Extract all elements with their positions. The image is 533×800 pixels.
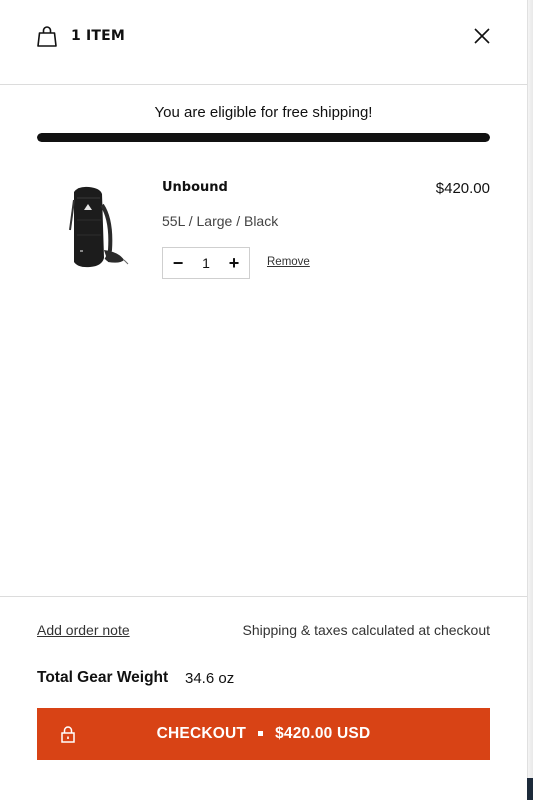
quantity-increase-button[interactable]: + bbox=[219, 248, 249, 278]
quantity-decrease-button[interactable]: − bbox=[163, 248, 193, 278]
checkout-button[interactable]: CHECKOUT $420.00 USD bbox=[37, 708, 490, 760]
cart-footer: Add order note Shipping & taxes calculat… bbox=[0, 596, 527, 800]
cart-header: 1 ITEM bbox=[0, 0, 527, 85]
checkout-total: $420.00 USD bbox=[275, 725, 371, 742]
gear-weight-value: 34.6 oz bbox=[185, 670, 235, 687]
free-shipping-progress-fill bbox=[37, 133, 490, 142]
page-edge bbox=[527, 0, 533, 800]
page-edge-dark bbox=[527, 778, 533, 800]
checkout-text: CHECKOUT bbox=[156, 725, 247, 742]
product-variant: 55L / Large / Black bbox=[162, 213, 279, 229]
remove-item-link[interactable]: Remove bbox=[267, 256, 310, 268]
shopping-bag-icon bbox=[37, 26, 57, 47]
close-icon[interactable] bbox=[470, 24, 494, 48]
free-shipping-message: You are eligible for free shipping! bbox=[154, 104, 373, 121]
product-image[interactable] bbox=[44, 180, 134, 280]
checkout-label: CHECKOUT $420.00 USD bbox=[37, 725, 490, 743]
free-shipping-progress bbox=[37, 133, 490, 142]
shipping-taxes-note: Shipping & taxes calculated at checkout bbox=[242, 622, 491, 638]
separator-dot bbox=[258, 731, 264, 737]
gear-weight-label: Total Gear Weight bbox=[37, 669, 169, 686]
add-order-note-link[interactable]: Add order note bbox=[37, 622, 130, 638]
item-count: 1 ITEM bbox=[71, 28, 126, 44]
product-name[interactable]: Unbound bbox=[162, 180, 228, 195]
cart-drawer: 1 ITEM You are eligible for free shippin… bbox=[0, 0, 527, 800]
quantity-value[interactable]: 1 bbox=[193, 255, 219, 271]
quantity-stepper: − 1 + bbox=[162, 247, 250, 279]
product-price: $420.00 bbox=[435, 180, 490, 197]
